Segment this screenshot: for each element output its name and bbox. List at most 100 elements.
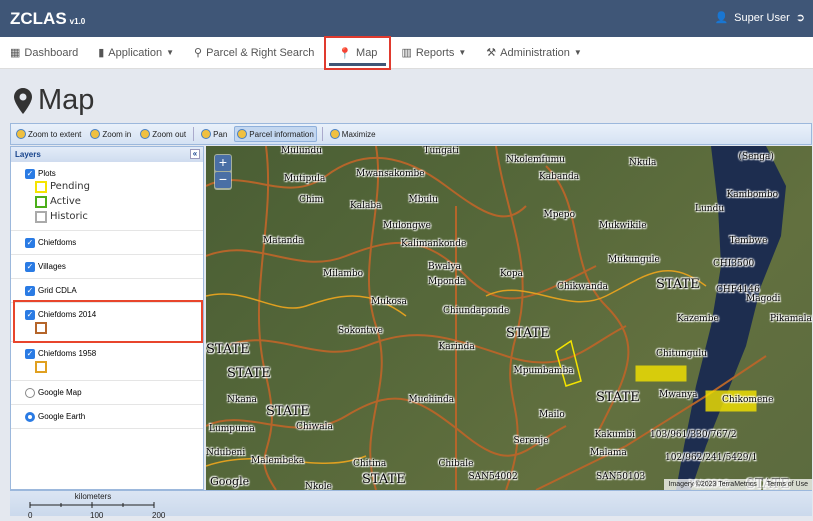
nav-label: Reports	[415, 46, 455, 59]
caret-down-icon: ▼	[166, 48, 175, 57]
layer-label[interactable]: Grid CDLA	[38, 286, 77, 295]
pan-button[interactable]: Pan	[199, 127, 229, 141]
zoom-extent-icon	[16, 129, 26, 139]
map-label: Nkole	[305, 482, 332, 490]
zoom-out-button[interactable]: −	[215, 172, 231, 188]
layer-checkbox[interactable]: ✓	[25, 237, 35, 248]
app-name: ZCLAS	[10, 9, 67, 28]
map-label: Mbulu	[408, 195, 438, 206]
layer-label[interactable]: Chiefdoms	[38, 238, 76, 247]
nav-label: Dashboard	[24, 46, 79, 59]
base-layer-google-earth[interactable]: Google Earth	[11, 405, 203, 429]
logout-icon[interactable]: ➲	[796, 11, 805, 24]
map-label: Kabanda	[539, 172, 580, 183]
map-label: 102/962/241/5429/1	[665, 453, 758, 464]
base-layer-radio[interactable]	[25, 387, 35, 398]
zoom-to-extent-button[interactable]: Zoom to extent	[14, 127, 83, 141]
base-layer-google-map[interactable]: Google Map	[11, 381, 203, 405]
layer-chiefdoms-1958: ✓ Chiefdoms 1958	[11, 342, 203, 381]
map-label: Mukungule	[608, 254, 660, 265]
collapse-panel-button[interactable]: «	[190, 149, 200, 159]
page-title-text: Map	[38, 84, 95, 116]
map-label: Mpumbamba	[513, 366, 574, 377]
layer-checkbox[interactable]: ✓	[25, 261, 35, 272]
map-label: Chiwala	[296, 421, 333, 432]
map-label: Tembwe	[729, 235, 768, 246]
wrench-icon: ⚒	[486, 47, 497, 59]
map-label: SAN54002	[468, 472, 518, 483]
layer-label[interactable]: Chiefdoms 2014	[38, 310, 96, 319]
map-label: Lumpuma	[209, 424, 255, 435]
file-icon: ▮	[98, 47, 105, 59]
legend-item: Pending	[35, 179, 203, 194]
zoom-in-button[interactable]: +	[215, 155, 231, 171]
map-label: Kalimankonde	[401, 238, 467, 249]
toolbar-label: Parcel information	[249, 129, 314, 139]
toolbar-separator	[193, 127, 195, 141]
nav-administration[interactable]: ⚒ Administration ▼	[476, 37, 592, 69]
map-label: Mukosa	[371, 296, 407, 307]
layer-label[interactable]: Chiefdoms 1958	[38, 349, 96, 358]
map-label: Mulundu	[281, 146, 323, 156]
nav-application[interactable]: ▮ Application ▼	[88, 37, 184, 69]
google-logo: Google	[210, 475, 250, 488]
base-layer-label: Google Earth	[38, 412, 86, 421]
nav-dashboard[interactable]: ▦ Dashboard	[0, 37, 88, 69]
legend-swatch	[35, 360, 47, 373]
layers-title: Layers	[15, 150, 41, 159]
map-label: Magodi	[746, 293, 781, 304]
info-icon	[237, 129, 248, 139]
toolbar-label: Pan	[213, 129, 228, 139]
terms-of-use-link[interactable]: Terms of Use	[762, 479, 812, 490]
scale-unit: kilometers	[74, 492, 112, 501]
nav-map[interactable]: 📍 Map	[324, 36, 392, 70]
map-label: Serenje	[513, 436, 549, 446]
toolbar-label: Zoom in	[102, 129, 132, 139]
legend-item: Historic	[35, 209, 203, 224]
maximize-icon	[329, 129, 340, 139]
layer-checkbox[interactable]: ✓	[25, 168, 35, 179]
maximize-button[interactable]: Maximize	[328, 127, 378, 141]
map-label: Kambombo	[726, 189, 779, 200]
nav-reports[interactable]: ▥ Reports ▼	[391, 37, 476, 69]
map-label: Muchinda	[408, 395, 455, 406]
layer-chiefdoms-2014: ✓ Chiefdoms 2014	[11, 303, 203, 342]
legend-item	[35, 320, 203, 335]
layer-label[interactable]: Plots	[38, 169, 56, 178]
base-layer-label: Google Map	[38, 388, 82, 397]
map-label: STATE	[656, 276, 700, 292]
legend-item	[35, 359, 203, 374]
base-layer-radio[interactable]	[25, 411, 35, 422]
map-label: (Senga)	[738, 151, 774, 162]
map-label: STATE	[206, 341, 250, 357]
user-icon: 👤	[714, 12, 729, 24]
map-label: Chitina	[353, 459, 387, 470]
legend-swatch	[35, 180, 47, 193]
app-brand[interactable]: ZCLAS v1.0	[10, 9, 85, 29]
nav-parcel-right-search[interactable]: ⚲ Parcel & Right Search	[184, 37, 324, 69]
map-label: Chibale	[438, 459, 474, 470]
layer-checkbox[interactable]: ✓	[25, 348, 35, 359]
map-label: Sokontwe	[338, 325, 383, 336]
layer-checkbox[interactable]: ✓	[25, 309, 35, 320]
map-label: STATE	[506, 325, 550, 341]
layer-checkbox[interactable]: ✓	[25, 285, 35, 296]
zoom-out-button[interactable]: Zoom out	[138, 127, 188, 141]
map-label: Milambo	[323, 269, 364, 280]
scale-line	[29, 502, 155, 508]
map-label: Chitungulu	[656, 349, 708, 359]
layers-panel-header: Layers «	[11, 147, 203, 162]
nav-label: Map	[356, 47, 378, 59]
map-label: CHI3500	[713, 259, 755, 270]
parcel-information-button[interactable]: Parcel information	[234, 126, 317, 142]
zoom-in-button[interactable]: Zoom in	[88, 127, 133, 141]
map-label: Mpepo	[543, 209, 575, 220]
map-label: Chim	[299, 195, 324, 206]
map-view[interactable]: Mulundu Tungati Nkolemfumu Nkula (Senga) Muti…	[206, 146, 812, 490]
legend-label: Active	[50, 196, 81, 207]
grid-icon: ▦	[10, 47, 21, 59]
map-label: Mulongwe	[383, 221, 431, 232]
layer-label[interactable]: Villages	[38, 262, 66, 271]
app-version: v1.0	[69, 17, 86, 26]
user-menu[interactable]: 👤 Super User ➲	[714, 11, 805, 25]
